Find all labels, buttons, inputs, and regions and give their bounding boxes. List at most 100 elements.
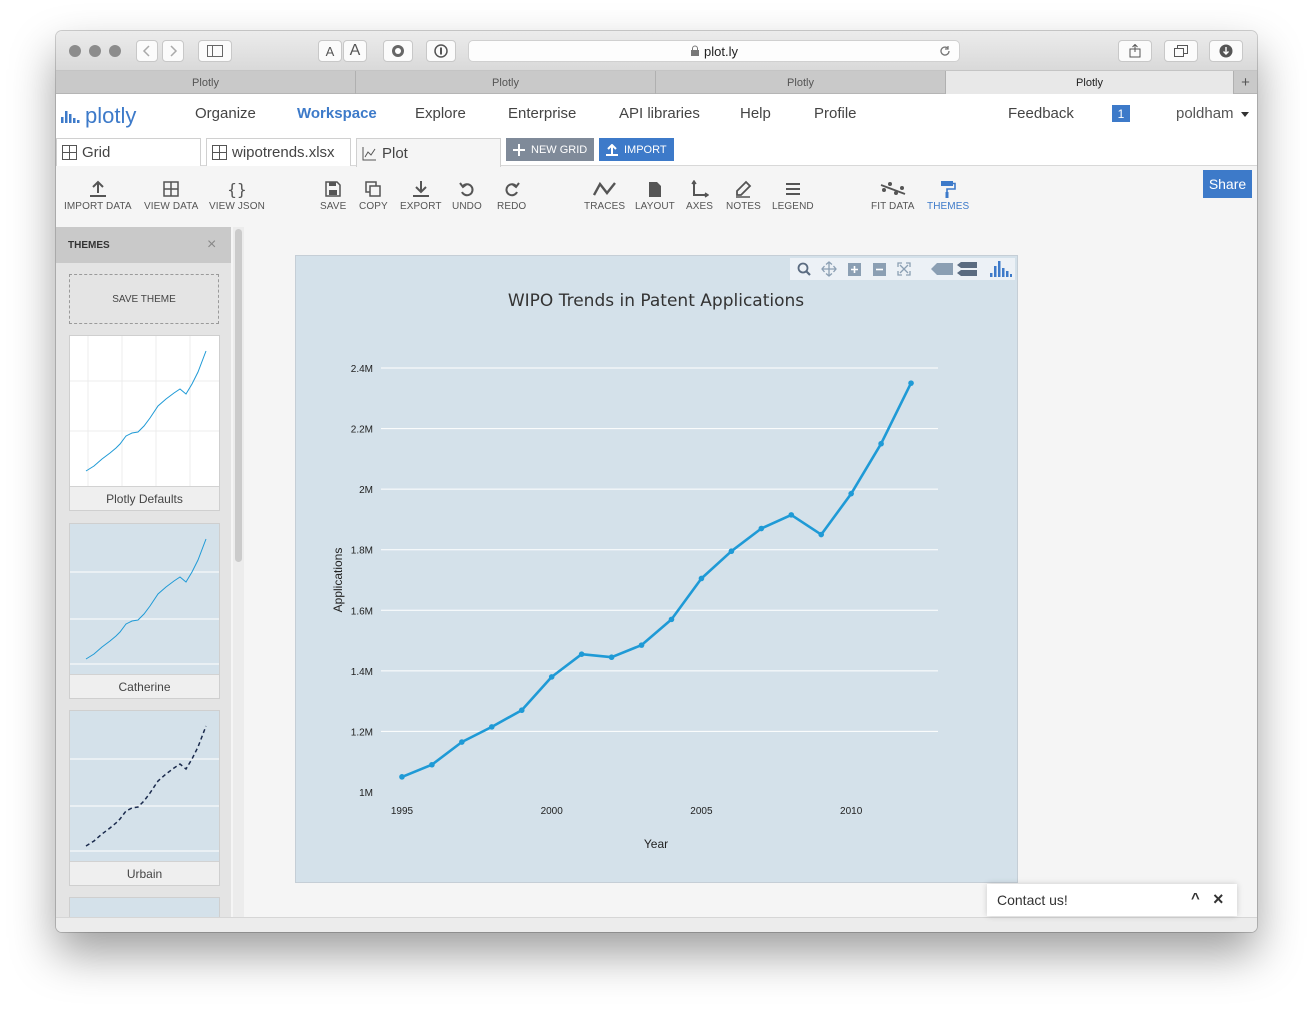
file-tab-label: wipotrends.xlsx bbox=[232, 144, 335, 161]
nav-explore[interactable]: Explore bbox=[415, 105, 466, 122]
theme-next[interactable] bbox=[69, 897, 220, 917]
y-tick-label: 2M bbox=[359, 485, 373, 496]
axes-tool[interactable]: AXES bbox=[686, 179, 713, 212]
nav-profile[interactable]: Profile bbox=[814, 105, 857, 122]
plotly-logo[interactable]: plotly bbox=[61, 103, 136, 129]
downloads-button[interactable] bbox=[1209, 40, 1243, 62]
close-window-button[interactable] bbox=[69, 45, 81, 57]
tabs-overview-button[interactable] bbox=[1164, 40, 1198, 62]
x-tick-label: 2010 bbox=[840, 806, 863, 817]
password-manager-button[interactable] bbox=[426, 40, 456, 62]
browser-tab[interactable]: Plotly bbox=[56, 71, 356, 94]
themes-tool[interactable]: THEMES bbox=[927, 179, 969, 212]
traces-tool[interactable]: TRACES bbox=[584, 179, 625, 212]
new-grid-button[interactable]: NEW GRID bbox=[506, 138, 595, 161]
nav-help[interactable]: Help bbox=[740, 105, 771, 122]
save-theme-button[interactable]: SAVE THEME bbox=[69, 274, 219, 324]
copy-icon bbox=[365, 181, 382, 197]
sidebar-toggle-button[interactable] bbox=[198, 40, 232, 62]
text-larger-label: A bbox=[349, 42, 361, 59]
browser-tab-active[interactable]: Plotly bbox=[946, 71, 1234, 94]
chevron-right-icon bbox=[170, 45, 178, 57]
theme-catherine[interactable]: Catherine bbox=[69, 523, 220, 699]
line-chart-icon bbox=[362, 146, 376, 160]
chevron-up-icon[interactable]: ^ bbox=[1191, 890, 1200, 907]
theme-preview bbox=[70, 336, 219, 486]
minimize-window-button[interactable] bbox=[89, 45, 101, 57]
theme-plotly-defaults[interactable]: Plotly Defaults bbox=[69, 335, 220, 511]
nav-workspace[interactable]: Workspace bbox=[297, 105, 377, 122]
upload-icon bbox=[606, 143, 618, 156]
import-data-tool[interactable]: IMPORT DATA bbox=[64, 179, 132, 212]
tool-label: VIEW DATA bbox=[144, 201, 199, 212]
nav-enterprise[interactable]: Enterprise bbox=[508, 105, 576, 122]
y-tick-label: 1.4M bbox=[351, 667, 373, 678]
text-smaller-button[interactable]: A bbox=[318, 40, 342, 62]
themes-scrollbar[interactable] bbox=[233, 227, 244, 917]
line-chart[interactable]: 1M 1.2M 1.4M 1.6M 1.8M 2M 2.2M 2.4M 1995 2000 2005… bbox=[296, 256, 1017, 882]
theme-caption: Plotly Defaults bbox=[70, 486, 219, 510]
tool-label: NOTES bbox=[726, 201, 761, 212]
file-tab-plot[interactable]: Plot bbox=[356, 138, 501, 167]
data-point bbox=[489, 724, 495, 730]
export-tool[interactable]: EXPORT bbox=[400, 179, 442, 212]
close-icon[interactable]: × bbox=[207, 236, 216, 254]
import-button[interactable]: IMPORT bbox=[599, 138, 674, 161]
theme-caption: Urbain bbox=[70, 861, 219, 885]
data-point bbox=[459, 739, 465, 745]
new-tab-button[interactable]: + bbox=[1234, 71, 1257, 94]
browser-tab[interactable]: Plotly bbox=[656, 71, 946, 94]
file-tab-label: Plot bbox=[382, 144, 408, 162]
redo-tool[interactable]: REDO bbox=[497, 179, 526, 212]
tool-label: UNDO bbox=[452, 201, 482, 212]
grid-icon bbox=[212, 145, 227, 160]
plotly-logo-text: plotly bbox=[85, 103, 137, 128]
nav-api-libraries[interactable]: API libraries bbox=[619, 105, 700, 122]
back-button[interactable] bbox=[136, 40, 158, 62]
notification-badge[interactable]: 1 bbox=[1112, 105, 1130, 122]
traces-icon bbox=[592, 181, 616, 196]
view-json-tool[interactable]: {} VIEW JSON bbox=[209, 179, 265, 213]
file-tab-wipotrends[interactable]: wipotrends.xlsx bbox=[206, 138, 351, 166]
notes-tool[interactable]: NOTES bbox=[726, 179, 761, 212]
layout-tool[interactable]: LAYOUT bbox=[635, 179, 675, 212]
data-point bbox=[638, 642, 645, 648]
save-tool[interactable]: SAVE bbox=[320, 179, 346, 212]
share-button[interactable]: Share bbox=[1203, 170, 1252, 198]
nav-organize[interactable]: Organize bbox=[195, 105, 256, 122]
zoom-window-button[interactable] bbox=[109, 45, 121, 57]
address-bar[interactable]: plot.ly bbox=[468, 40, 960, 62]
theme-caption: Catherine bbox=[70, 674, 219, 698]
data-point bbox=[728, 548, 735, 555]
undo-tool[interactable]: UNDO bbox=[452, 179, 482, 212]
data-point bbox=[758, 525, 765, 532]
copy-tool[interactable]: COPY bbox=[359, 179, 388, 212]
data-point bbox=[578, 651, 585, 657]
theme-preview bbox=[70, 711, 219, 861]
close-icon[interactable]: × bbox=[1213, 889, 1224, 910]
browser-tab[interactable]: Plotly bbox=[356, 71, 656, 94]
theme-urbain[interactable]: Urbain bbox=[69, 710, 220, 886]
undo-icon bbox=[459, 182, 474, 197]
nav-feedback[interactable]: Feedback bbox=[1008, 105, 1074, 122]
file-tab-grid[interactable]: Grid bbox=[56, 138, 201, 166]
plus-icon: + bbox=[1241, 74, 1250, 91]
data-point bbox=[608, 654, 615, 661]
scrollbar-thumb[interactable] bbox=[235, 229, 242, 562]
share-browser-button[interactable] bbox=[1118, 40, 1152, 62]
ghostery-button[interactable] bbox=[383, 40, 413, 62]
x-tick-label: 2000 bbox=[541, 806, 564, 817]
text-larger-button[interactable]: A bbox=[343, 40, 367, 62]
key-icon bbox=[434, 44, 448, 58]
text-smaller-label: A bbox=[325, 43, 335, 59]
legend-tool[interactable]: LEGEND bbox=[772, 179, 814, 212]
fit-data-tool[interactable]: FIT DATA bbox=[871, 179, 915, 212]
forward-button[interactable] bbox=[162, 40, 184, 62]
reload-icon[interactable] bbox=[939, 45, 951, 57]
browser-tab-label: Plotly bbox=[492, 76, 519, 89]
user-menu[interactable]: poldham bbox=[1176, 105, 1249, 122]
view-data-tool[interactable]: VIEW DATA bbox=[144, 179, 198, 212]
x-axis-title: Year bbox=[644, 837, 668, 851]
contact-widget[interactable]: Contact us! ^ × bbox=[987, 884, 1237, 916]
data-point bbox=[878, 440, 884, 447]
